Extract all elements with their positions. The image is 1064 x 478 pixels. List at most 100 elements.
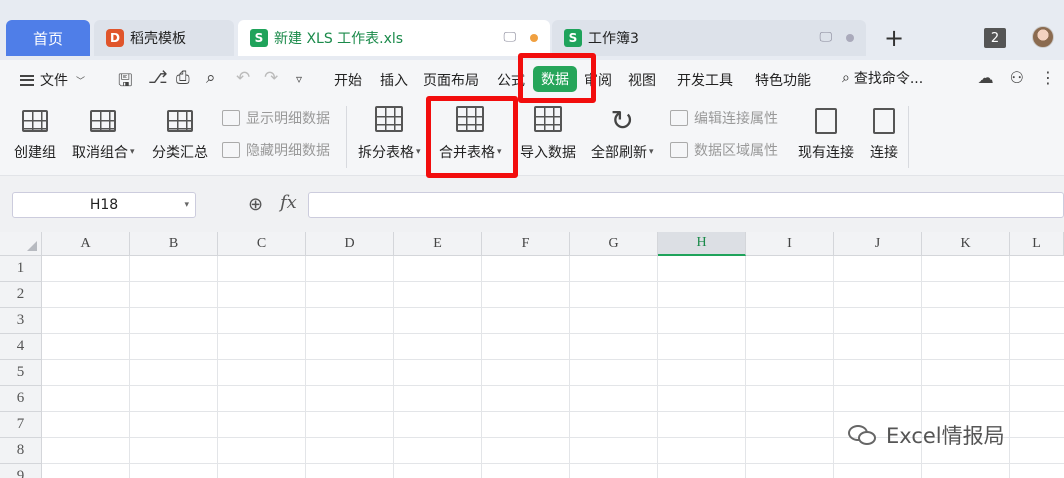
refresh-icon: ↻ <box>610 104 634 137</box>
row-header-9[interactable]: 9 <box>0 464 42 478</box>
column-header-d[interactable]: D <box>306 232 394 256</box>
tab-workbook-label: 工作簿3 <box>588 31 639 47</box>
row-header-3[interactable]: 3 <box>0 308 42 334</box>
wechat-icon <box>846 423 880 447</box>
row-header-4[interactable]: 4 <box>0 334 42 360</box>
search-icon: ⌕ <box>842 70 850 86</box>
column-header-b[interactable]: B <box>130 232 218 256</box>
watermark: Excel情报局 <box>846 420 1005 450</box>
highlight-box-merge-table <box>426 96 518 178</box>
chevron-down-icon[interactable]: ▾ <box>184 200 189 210</box>
ribbon-toolbar: 创建组 取消组合 ▾ 分类汇总 显示明细数据 隐藏明细数据 拆分表格 ▾ 合并表… <box>0 98 1064 176</box>
hide-detail-icon <box>222 142 240 158</box>
ribbon-tab-view[interactable]: 视图 <box>628 70 656 90</box>
function-icon[interactable]: fx <box>280 192 297 213</box>
data-range-props-button[interactable]: 数据区域属性 <box>670 140 778 160</box>
row-header-5[interactable]: 5 <box>0 360 42 386</box>
ribbon-tab-developer[interactable]: 开发工具 <box>677 70 733 90</box>
column-header-f[interactable]: F <box>482 232 570 256</box>
unsaved-dot-icon <box>530 33 538 42</box>
column-header-e[interactable]: E <box>394 232 482 256</box>
row-header-2[interactable]: 2 <box>0 282 42 308</box>
row-header-7[interactable]: 7 <box>0 412 42 438</box>
column-header-k[interactable]: K <box>922 232 1010 256</box>
tab-home-label: 首页 <box>32 29 63 48</box>
add-user-icon[interactable]: ⚇ <box>1010 68 1024 87</box>
select-all-corner[interactable] <box>0 232 42 256</box>
hide-detail-button[interactable]: 隐藏明细数据 <box>222 140 330 160</box>
split-table-icon <box>373 106 405 136</box>
column-header-i[interactable]: I <box>746 232 834 256</box>
new-tab-button[interactable]: + <box>880 24 908 52</box>
format-painter-icon[interactable]: ⎇ <box>148 68 168 88</box>
ungroup-button[interactable]: 取消组合 ▾ <box>72 98 135 162</box>
existing-connections-label: 现有连接 <box>798 145 854 161</box>
refresh-all-button[interactable]: ↻ 全部刷新 ▾ <box>591 98 654 162</box>
chevron-down-icon: ▾ <box>649 147 654 157</box>
formula-input[interactable] <box>308 192 1064 218</box>
existing-connections-button[interactable]: 现有连接 <box>798 98 854 162</box>
show-detail-icon <box>222 110 240 126</box>
tab-docer-label: 稻壳模板 <box>130 31 186 47</box>
spreadsheet-logo-icon: S <box>564 29 582 47</box>
print-preview-icon[interactable]: ⌕ <box>206 68 216 88</box>
ribbon-divider <box>908 106 909 168</box>
zoom-icon[interactable]: ⊕ <box>248 194 270 216</box>
ribbon-tab-page-layout[interactable]: 页面布局 <box>423 70 479 90</box>
ungroup-icon <box>87 106 119 136</box>
show-detail-label: 显示明细数据 <box>246 111 330 127</box>
data-range-label: 数据区域属性 <box>694 143 778 159</box>
column-header-c[interactable]: C <box>218 232 306 256</box>
name-box-value: H18 <box>89 197 119 213</box>
undo-icon[interactable]: ↶ <box>236 68 250 88</box>
chevron-down-icon: ▾ <box>416 147 421 157</box>
tab-workbook[interactable]: S 工作簿3 🖵 <box>552 20 866 56</box>
column-header-l[interactable]: L <box>1010 232 1064 256</box>
more-icon[interactable]: ⋮ <box>1040 68 1056 87</box>
chevron-down-icon: ▾ <box>130 147 135 157</box>
connections-button[interactable]: 连接 <box>868 98 900 162</box>
ungroup-label: 取消组合 <box>72 145 128 161</box>
create-group-button[interactable]: 创建组 <box>14 98 56 162</box>
ribbon-tab-insert[interactable]: 插入 <box>380 70 408 90</box>
avatar[interactable] <box>1032 26 1054 48</box>
row-header-8[interactable]: 8 <box>0 438 42 464</box>
ribbon-tab-features[interactable]: 特色功能 <box>755 70 811 90</box>
tab-docer-templates[interactable]: D 稻壳模板 <box>94 20 234 56</box>
file-menu-button[interactable]: 文件 ﹀ <box>20 70 85 90</box>
ribbon-tab-home[interactable]: 开始 <box>334 70 362 90</box>
search-command-label: 查找命令... <box>853 71 924 87</box>
file-menu-label: 文件 <box>40 73 68 89</box>
hamburger-icon <box>20 74 34 86</box>
window-count-badge[interactable]: 2 <box>984 28 1006 48</box>
name-box[interactable]: H18 ▾ <box>12 192 196 218</box>
create-group-label: 创建组 <box>14 145 56 161</box>
print-icon[interactable]: ⎙ <box>176 68 190 88</box>
tab-bar: 首页 D 稻壳模板 S 新建 XLS 工作表.xls 🖵 S 工作簿3 🖵 + … <box>0 0 1064 60</box>
show-detail-button[interactable]: 显示明细数据 <box>222 108 330 128</box>
subtotal-button[interactable]: 分类汇总 <box>152 98 208 162</box>
column-header-a[interactable]: A <box>42 232 130 256</box>
column-header-j[interactable]: J <box>834 232 922 256</box>
tab-xls-file[interactable]: S 新建 XLS 工作表.xls 🖵 <box>238 20 550 56</box>
column-header-h[interactable]: H <box>658 232 746 256</box>
spreadsheet-logo-icon: S <box>250 29 268 47</box>
subtotal-label: 分类汇总 <box>152 145 208 161</box>
edit-connection-props-button[interactable]: 编辑连接属性 <box>670 108 778 128</box>
quick-access-dropdown-icon[interactable]: ▿ <box>296 72 302 86</box>
import-data-button[interactable]: 导入数据 <box>520 98 576 162</box>
connections-label: 连接 <box>870 145 898 161</box>
monitor-icon[interactable]: 🖵 <box>503 30 516 45</box>
cloud-sync-icon[interactable]: ☁ <box>978 68 994 87</box>
row-header-1[interactable]: 1 <box>0 256 42 282</box>
chevron-down-icon: ﹀ <box>76 76 86 87</box>
tab-home[interactable]: 首页 <box>6 20 90 56</box>
search-command-button[interactable]: ⌕ 查找命令... <box>842 68 923 88</box>
save-icon[interactable]: 🖫 <box>118 68 132 97</box>
redo-icon[interactable]: ↷ <box>264 68 278 88</box>
split-table-button[interactable]: 拆分表格 ▾ <box>358 98 421 162</box>
edit-connection-label: 编辑连接属性 <box>694 111 778 127</box>
monitor-icon[interactable]: 🖵 <box>819 30 832 45</box>
row-header-6[interactable]: 6 <box>0 386 42 412</box>
column-header-g[interactable]: G <box>570 232 658 256</box>
